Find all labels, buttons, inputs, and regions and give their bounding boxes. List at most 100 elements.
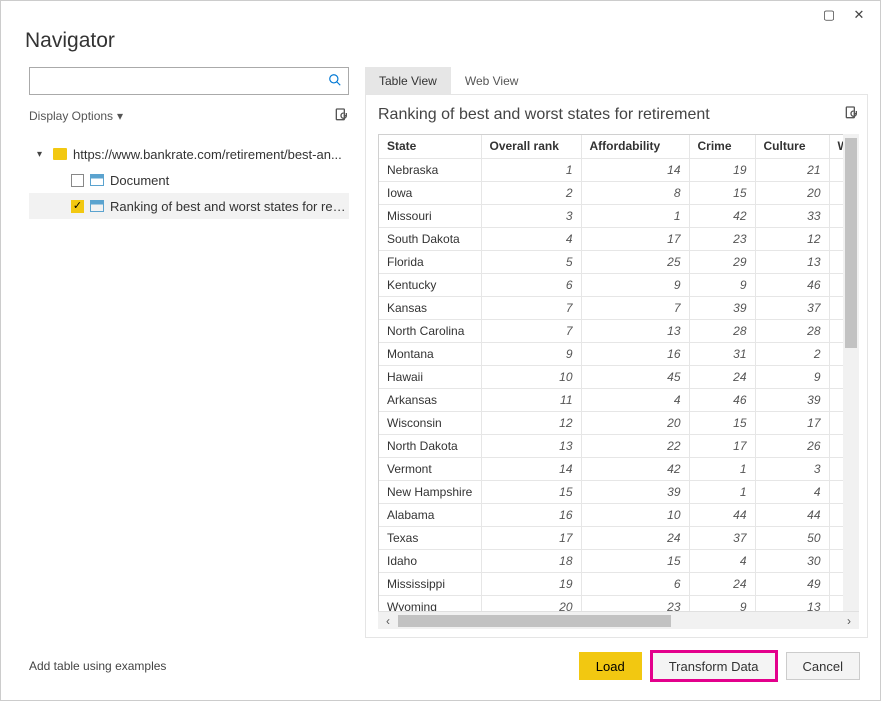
col-header-affordability[interactable]: Affordability (581, 135, 689, 158)
tab-web-view[interactable]: Web View (451, 67, 533, 94)
table-row[interactable]: Missouri314233 (379, 204, 843, 227)
refresh-icon[interactable] (333, 107, 349, 126)
cell-state: Nebraska (379, 158, 481, 181)
cell-culture: 39 (755, 388, 829, 411)
table-icon (90, 200, 104, 212)
table-row[interactable]: Vermont144213 (379, 457, 843, 480)
search-input[interactable] (36, 74, 328, 89)
load-button[interactable]: Load (579, 652, 642, 680)
cell-crime: 4 (689, 549, 755, 572)
table-row[interactable]: Montana916312 (379, 342, 843, 365)
table-row[interactable]: Idaho1815430 (379, 549, 843, 572)
cell-rank: 7 (481, 319, 581, 342)
dialog-header: Navigator (1, 29, 880, 67)
refresh-preview-icon[interactable] (843, 105, 859, 124)
cell-culture: 17 (755, 411, 829, 434)
cell-weather (829, 296, 843, 319)
tree-item-ranking[interactable]: Ranking of best and worst states for ret… (29, 193, 349, 219)
cell-weather (829, 342, 843, 365)
cell-rank: 3 (481, 204, 581, 227)
vertical-scrollbar[interactable] (843, 134, 859, 611)
cell-state: South Dakota (379, 227, 481, 250)
table-row[interactable]: New Hampshire153914 (379, 480, 843, 503)
col-header-state[interactable]: State (379, 135, 481, 158)
cell-state: Vermont (379, 457, 481, 480)
table-row[interactable]: Alabama16104444 (379, 503, 843, 526)
col-header-weather[interactable]: We (829, 135, 843, 158)
cell-weather (829, 480, 843, 503)
cell-culture: 20 (755, 181, 829, 204)
scroll-right-icon[interactable]: › (839, 614, 859, 628)
table-row[interactable]: Kentucky69946 (379, 273, 843, 296)
table-row[interactable]: Wisconsin12201517 (379, 411, 843, 434)
cancel-button[interactable]: Cancel (786, 652, 860, 680)
cell-rank: 2 (481, 181, 581, 204)
cell-state: Mississippi (379, 572, 481, 595)
cell-state: Alabama (379, 503, 481, 526)
table-row[interactable]: South Dakota4172312 (379, 227, 843, 250)
checkbox-checked[interactable] (71, 200, 84, 213)
tree-root-node[interactable]: ▾ https://www.bankrate.com/retirement/be… (29, 141, 349, 167)
cell-rank: 4 (481, 227, 581, 250)
cell-rank: 9 (481, 342, 581, 365)
cell-affordability: 15 (581, 549, 689, 572)
cell-weather (829, 595, 843, 611)
search-box[interactable] (29, 67, 349, 95)
table-row[interactable]: Kansas773937 (379, 296, 843, 319)
table-row[interactable]: North Carolina7132828 (379, 319, 843, 342)
cell-affordability: 23 (581, 595, 689, 611)
cell-culture: 44 (755, 503, 829, 526)
table-row[interactable]: Nebraska1141921 (379, 158, 843, 181)
cell-culture: 33 (755, 204, 829, 227)
cell-weather (829, 181, 843, 204)
horizontal-scrollbar[interactable]: ‹ › (378, 611, 859, 629)
tree-item-label: Ranking of best and worst states for ret… (110, 199, 349, 214)
cell-state: North Carolina (379, 319, 481, 342)
table-row[interactable]: Florida5252913 (379, 250, 843, 273)
table-row[interactable]: Texas17243750 (379, 526, 843, 549)
table-row[interactable]: North Dakota13221726 (379, 434, 843, 457)
display-options-label: Display Options (29, 109, 113, 123)
table-row[interactable]: Iowa281520 (379, 181, 843, 204)
close-icon[interactable]: ✕ (844, 4, 874, 26)
cell-state: Wisconsin (379, 411, 481, 434)
cell-rank: 10 (481, 365, 581, 388)
cell-rank: 15 (481, 480, 581, 503)
tree-item-document[interactable]: Document (29, 167, 349, 193)
cell-culture: 30 (755, 549, 829, 572)
table-row[interactable]: Mississippi1962449 (379, 572, 843, 595)
tab-table-view[interactable]: Table View (365, 67, 451, 94)
cell-affordability: 10 (581, 503, 689, 526)
chevron-down-icon: ▾ (117, 109, 123, 123)
add-table-link[interactable]: Add table using examples (29, 659, 166, 673)
table-row[interactable]: Arkansas1144639 (379, 388, 843, 411)
table-row[interactable]: Hawaii1045249 (379, 365, 843, 388)
cell-crime: 39 (689, 296, 755, 319)
search-icon[interactable] (328, 73, 342, 90)
cell-affordability: 16 (581, 342, 689, 365)
col-header-culture[interactable]: Culture (755, 135, 829, 158)
cell-crime: 1 (689, 457, 755, 480)
maximize-icon[interactable]: ▢ (814, 4, 844, 26)
cell-rank: 7 (481, 296, 581, 319)
cell-weather (829, 411, 843, 434)
checkbox-unchecked[interactable] (71, 174, 84, 187)
display-options-dropdown[interactable]: Display Options ▾ (29, 109, 123, 123)
horizontal-scroll-thumb[interactable] (398, 615, 671, 627)
cell-affordability: 17 (581, 227, 689, 250)
cell-culture: 50 (755, 526, 829, 549)
cell-rank: 17 (481, 526, 581, 549)
cell-crime: 15 (689, 181, 755, 204)
collapse-icon[interactable]: ▾ (37, 149, 47, 160)
col-header-crime[interactable]: Crime (689, 135, 755, 158)
scroll-left-icon[interactable]: ‹ (378, 614, 398, 628)
cell-culture: 3 (755, 457, 829, 480)
preview-pane: Table View Web View Ranking of best and … (365, 67, 868, 638)
cell-rank: 13 (481, 434, 581, 457)
cell-affordability: 20 (581, 411, 689, 434)
transform-data-button[interactable]: Transform Data (652, 652, 776, 680)
table-row[interactable]: Wyoming2023913 (379, 595, 843, 611)
cell-crime: 17 (689, 434, 755, 457)
vertical-scroll-thumb[interactable] (845, 138, 857, 348)
col-header-overall-rank[interactable]: Overall rank (481, 135, 581, 158)
